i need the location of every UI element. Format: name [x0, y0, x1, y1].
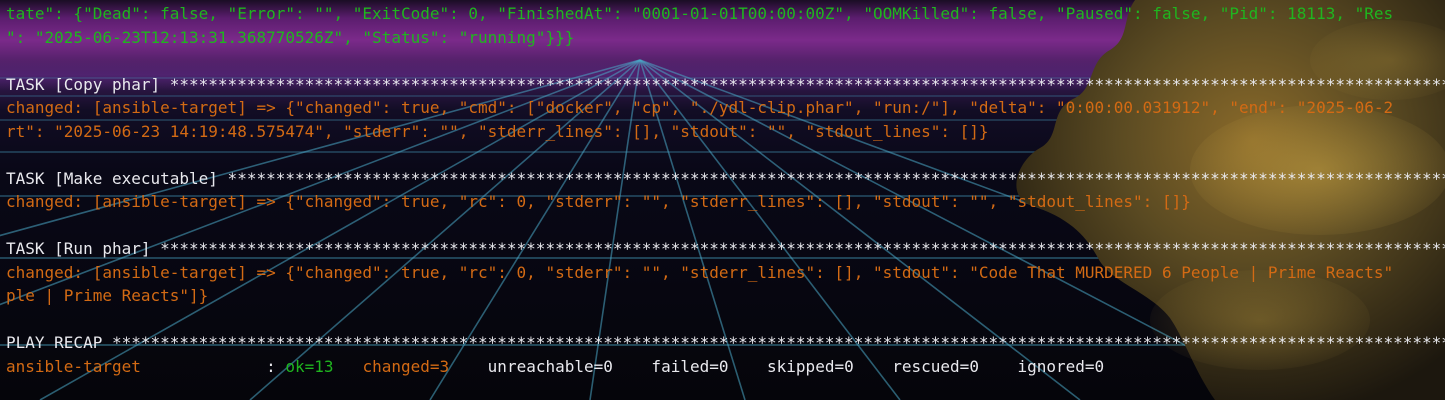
recap-gap	[334, 357, 363, 376]
recap-gap	[449, 357, 488, 376]
recap-changed: changed=3	[362, 356, 450, 376]
terminal-window[interactable]: tate": {"Dead": false, "Error": "", "Exi…	[0, 0, 1445, 400]
task-header-line: PLAY RECAP *****************************…	[6, 333, 1445, 352]
output-line: tate": {"Dead": false, "Error": "", "Exi…	[6, 4, 1394, 23]
task-header-line: TASK [Copy phar] ***********************…	[6, 74, 1445, 94]
recap-stats: unreachable=0 failed=0 skipped=0 rescued…	[487, 356, 1105, 376]
output-line: changed: [ansible-target] => {"changed":…	[6, 262, 1394, 282]
task-header-line: TASK [Run phar] ************************…	[6, 239, 1445, 258]
recap-separator: :	[140, 356, 286, 376]
recap-ok: ok=13	[285, 356, 334, 376]
terminal-output[interactable]: tate": {"Dead": false, "Error": "", "Exi…	[6, 2, 1445, 378]
recap-host: ansible-target	[6, 356, 141, 376]
task-header-line: TASK [Make executable] *****************…	[6, 168, 1445, 188]
output-line: changed: [ansible-target] => {"changed":…	[6, 192, 1191, 211]
output-line: ple | Prime Reacts"]}	[6, 286, 209, 305]
output-line: changed: [ansible-target] => {"changed":…	[6, 98, 1394, 117]
output-line: ": "2025-06-23T12:13:31.368770526Z", "St…	[6, 27, 575, 47]
play-recap-line: ansible-target : ok=13 changed=3 unreach…	[6, 355, 1445, 379]
output-line: rt": "2025-06-23 14:19:48.575474", "stde…	[6, 121, 989, 141]
